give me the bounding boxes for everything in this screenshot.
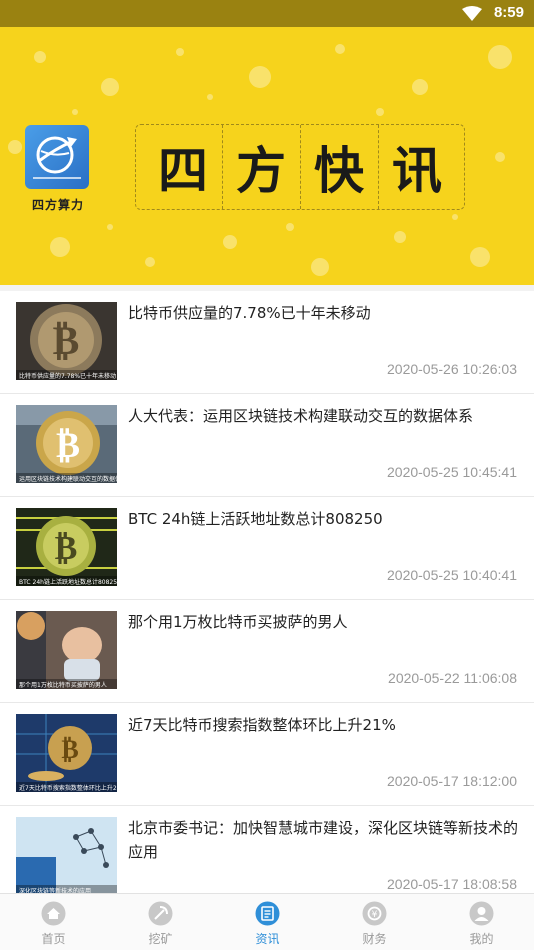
thumb-caption: 那个用1万枚比特币买披萨的男人 xyxy=(19,681,107,689)
news-title: 人大代表：运用区块链技术构建联动交互的数据体系 xyxy=(128,407,474,425)
tab-label: 财务 xyxy=(362,932,387,946)
svg-text:₿: ₿ xyxy=(55,528,78,568)
status-bar: 8:59 xyxy=(0,0,534,27)
news-thumbnail: 深化区块链等新技术的应用 xyxy=(16,817,117,895)
news-thumbnail: ₿ 运用区块链技术构建联动交互的数据体系 xyxy=(16,405,117,483)
news-icon xyxy=(255,901,280,926)
tab-news[interactable]: 资讯 xyxy=(214,894,321,950)
tab-label: 资讯 xyxy=(255,932,280,946)
news-item[interactable]: ₿ 比特币供应量的7.78%已十年未移动 比特币供应量的7.78%已十年未移动 … xyxy=(0,291,534,394)
svg-text:₿: ₿ xyxy=(56,425,80,466)
news-item[interactable]: 那个用1万枚比特币买披萨的男人 那个用1万枚比特币买披萨的男人 2020-05-… xyxy=(0,600,534,703)
news-date: 2020-05-22 11:06:08 xyxy=(388,670,517,686)
news-title: BTC 24h链上活跃地址数总计808250 xyxy=(128,510,383,528)
news-thumbnail: ₿ 比特币供应量的7.78%已十年未移动 xyxy=(16,302,117,380)
news-item[interactable]: ₿ BTC 24h链上活跃地址数总计808250 BTC 24h链上活跃地址数总… xyxy=(0,497,534,600)
svg-text:¥: ¥ xyxy=(372,910,378,920)
banner-title-char: 方 xyxy=(236,141,286,200)
tab-profile[interactable]: 我的 xyxy=(428,894,534,950)
wifi-icon xyxy=(462,6,482,21)
svg-text:₿: ₿ xyxy=(53,318,80,364)
news-date: 2020-05-17 18:12:00 xyxy=(387,773,517,789)
news-title: 北京市委书记：加快智慧城市建设，深化区块链等新技术的应用 xyxy=(128,819,519,861)
app-logo xyxy=(25,125,89,189)
thumb-caption: BTC 24h链上活跃地址数总计808250 xyxy=(19,578,117,586)
thumb-caption: 近7天比特币搜索指数整体环比上升21% xyxy=(19,784,117,792)
logo-label: 四方算力 xyxy=(31,198,84,212)
tab-label: 首页 xyxy=(41,932,66,946)
banner-title-char: 四 xyxy=(158,141,208,200)
news-thumbnail: ₿ 近7天比特币搜索指数整体环比上升21% xyxy=(16,714,117,792)
profile-icon xyxy=(469,901,494,926)
thumb-caption: 比特币供应量的7.78%已十年未移动 xyxy=(19,372,116,380)
mining-icon xyxy=(148,901,173,926)
tab-label: 我的 xyxy=(469,932,494,946)
news-thumbnail: 那个用1万枚比特币买披萨的男人 xyxy=(16,611,117,689)
news-item[interactable]: ₿ 运用区块链技术构建联动交互的数据体系 人大代表：运用区块链技术构建联动交互的… xyxy=(0,394,534,497)
news-thumbnail: ₿ BTC 24h链上活跃地址数总计808250 xyxy=(16,508,117,586)
news-title: 那个用1万枚比特币买披萨的男人 xyxy=(128,613,348,631)
bottom-tab-bar: 首页 挖矿 资讯 ¥ 财务 我的 xyxy=(0,893,534,950)
svg-text:₿: ₿ xyxy=(61,735,78,765)
news-item[interactable]: ₿ 近7天比特币搜索指数整体环比上升21% 近7天比特币搜索指数整体环比上升21… xyxy=(0,703,534,806)
news-date: 2020-05-17 18:08:58 xyxy=(387,876,517,892)
tab-home[interactable]: 首页 xyxy=(0,894,107,950)
globe-arrow-icon xyxy=(33,136,81,179)
status-time: 8:59 xyxy=(493,4,524,21)
finance-icon: ¥ xyxy=(362,901,387,926)
tab-mining[interactable]: 挖矿 xyxy=(107,894,214,950)
tab-label: 挖矿 xyxy=(148,932,173,946)
news-title: 近7天比特币搜索指数整体环比上升21% xyxy=(128,716,396,734)
header-banner: 四方算力 四 方 快 讯 xyxy=(0,27,534,285)
news-date: 2020-05-25 10:40:41 xyxy=(387,567,517,583)
banner-title-char: 讯 xyxy=(392,141,442,200)
banner-title-char: 快 xyxy=(314,141,364,200)
thumb-caption: 运用区块链技术构建联动交互的数据体系 xyxy=(19,475,117,483)
news-date: 2020-05-26 10:26:03 xyxy=(387,361,517,377)
banner-title: 四 方 快 讯 xyxy=(135,124,465,210)
tab-finance[interactable]: ¥ 财务 xyxy=(321,894,428,950)
news-title: 比特币供应量的7.78%已十年未移动 xyxy=(128,304,371,322)
news-date: 2020-05-25 10:45:41 xyxy=(387,464,517,480)
news-list: ₿ 比特币供应量的7.78%已十年未移动 比特币供应量的7.78%已十年未移动 … xyxy=(0,291,534,909)
home-icon xyxy=(41,901,66,926)
